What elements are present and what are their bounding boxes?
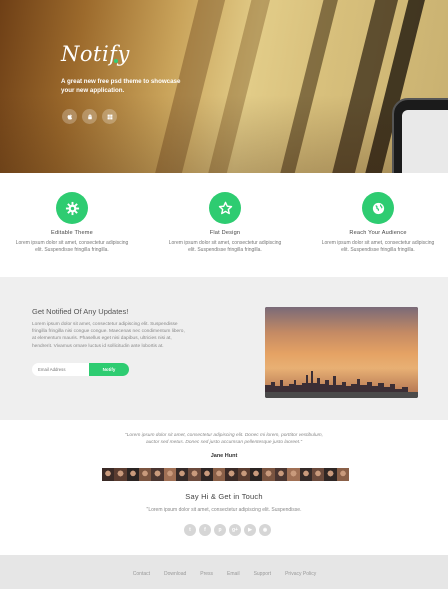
avatar[interactable]	[102, 468, 115, 481]
hero-tagline: A great new free psd theme to showcase y…	[61, 78, 181, 94]
avatar[interactable]	[188, 468, 201, 481]
footer-link-contact[interactable]: Contact	[133, 571, 150, 577]
avatar[interactable]	[237, 468, 251, 481]
footer-link-privacy-policy[interactable]: Privacy Policy	[285, 571, 316, 577]
hero-banner: Notify A great new free psd theme to sho…	[0, 0, 448, 173]
feature-title: Reach Your Audience	[349, 230, 407, 236]
testimonial-section: "Lorem ipsum dolor sit amet, consectetur…	[0, 420, 448, 555]
city-skyline	[265, 371, 408, 392]
apple-icon[interactable]	[62, 109, 77, 124]
store-icons	[62, 109, 117, 124]
feature-reach-audience: Reach Your Audience Lorem ipsum dolor si…	[318, 192, 438, 254]
testimonial-author: Jane Hunt	[210, 453, 238, 459]
notify-form: Notify	[32, 363, 129, 376]
github-icon[interactable]: ◉	[259, 524, 271, 536]
avatar[interactable]	[250, 468, 263, 481]
feature-description: Lorem ipsum dolor sit amet, consectetur …	[15, 240, 129, 253]
avatar[interactable]	[336, 468, 349, 481]
image-shadow	[265, 392, 418, 398]
avatar[interactable]	[225, 468, 238, 481]
avatar[interactable]	[139, 468, 152, 481]
phone-screen	[402, 110, 448, 173]
logo-dot	[114, 59, 118, 63]
notify-section: Get Notified Of Any Updates! Lorem ipsum…	[0, 277, 448, 420]
feature-title: Editable Theme	[51, 230, 93, 236]
android-icon[interactable]	[82, 109, 97, 124]
feature-editable-theme: Editable Theme Lorem ipsum dolor sit ame…	[12, 192, 132, 254]
twitter-icon[interactable]: t	[184, 524, 196, 536]
notify-text: Lorem ipsum dolor sit amet, consectetur …	[32, 322, 185, 349]
email-input[interactable]	[32, 363, 89, 376]
phone-image	[392, 98, 448, 173]
avatar[interactable]	[200, 468, 214, 481]
avatar[interactable]	[126, 468, 140, 481]
avatar[interactable]	[151, 468, 164, 481]
avatar[interactable]	[114, 468, 127, 481]
logo[interactable]: Notify	[61, 42, 130, 66]
avatar[interactable]	[311, 468, 325, 481]
feature-description: Lorem ipsum dolor sit amet, consectetur …	[168, 240, 282, 253]
avatar[interactable]	[262, 468, 275, 481]
landing-page: Notify A great new free psd theme to sho…	[0, 0, 448, 589]
social-links: t f p g+ ▶ ◉	[184, 524, 271, 536]
gear-icon	[56, 192, 88, 224]
feature-title: Flat Design	[209, 230, 241, 236]
testimonial-quote: "Lorem ipsum dolor sit amet, consectetur…	[125, 433, 323, 445]
avatar[interactable]	[324, 468, 337, 481]
contact-subtitle: "Lorem ipsum dolor sit amet, consectetur…	[146, 507, 302, 513]
avatar[interactable]	[163, 468, 177, 481]
footer: Contact Download Press Email Support Privacy …	[0, 555, 448, 589]
footer-nav: Contact Download Press Email Support Privacy …	[0, 571, 448, 577]
avatar[interactable]	[274, 468, 288, 481]
footer-link-press[interactable]: Press	[200, 571, 213, 577]
youtube-icon[interactable]: ▶	[244, 524, 256, 536]
pinterest-icon[interactable]: p	[214, 524, 226, 536]
globe-icon	[362, 192, 394, 224]
features-section: Editable Theme Lorem ipsum dolor sit ame…	[0, 173, 448, 277]
contact-title: Say Hi & Get in Touch	[185, 492, 263, 501]
footer-link-download[interactable]: Download	[164, 571, 186, 577]
feature-description: Lorem ipsum dolor sit amet, consectetur …	[321, 240, 435, 253]
star-icon	[209, 192, 241, 224]
footer-link-email[interactable]: Email	[227, 571, 240, 577]
avatar[interactable]	[176, 468, 189, 481]
avatar[interactable]	[287, 468, 300, 481]
google-plus-icon[interactable]: g+	[229, 524, 241, 536]
avatar[interactable]	[299, 468, 312, 481]
notify-button[interactable]: Notify	[89, 363, 129, 376]
facebook-icon[interactable]: f	[199, 524, 211, 536]
avatar[interactable]	[213, 468, 226, 481]
city-sunset-image	[265, 307, 418, 398]
feature-flat-design: Flat Design Lorem ipsum dolor sit amet, …	[165, 192, 285, 254]
avatar-strip	[102, 468, 349, 481]
windows-icon[interactable]	[102, 109, 117, 124]
notify-title: Get Notified Of Any Updates!	[32, 307, 129, 316]
footer-link-support[interactable]: Support	[254, 571, 272, 577]
